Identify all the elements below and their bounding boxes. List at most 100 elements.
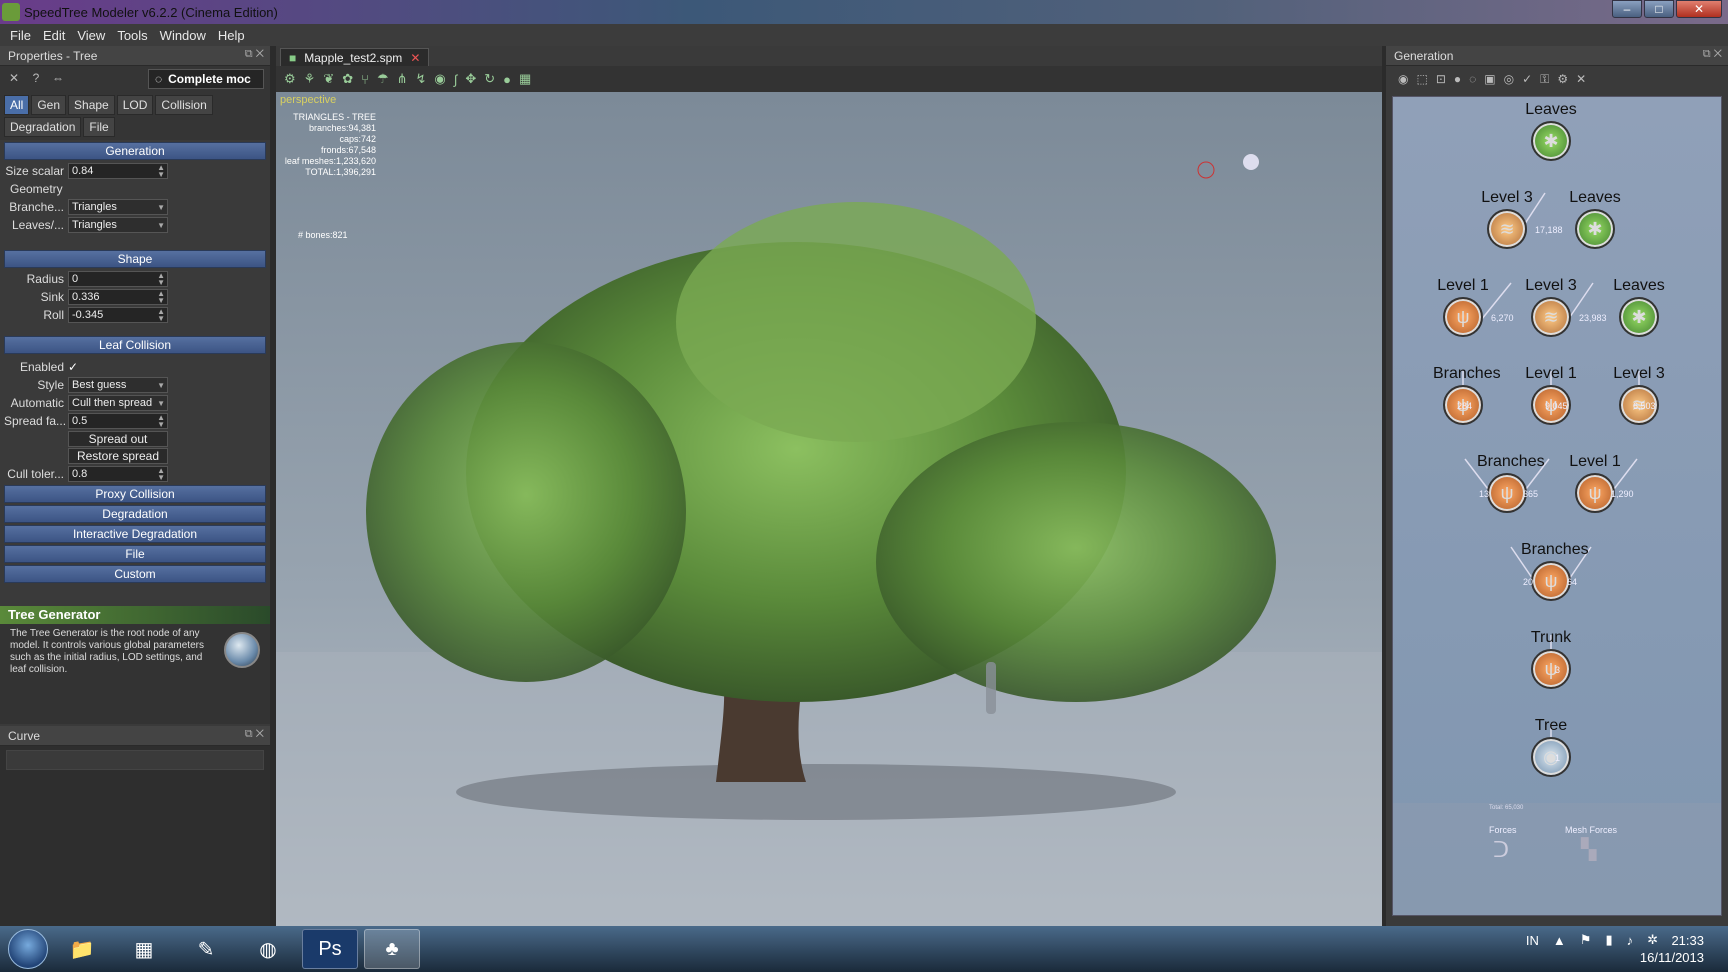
toolbar-layout-icon[interactable]: ▦ [519, 71, 531, 87]
node-branches-c[interactable]: Branches ψ [1521, 541, 1589, 601]
document-tab[interactable]: ■ Mapple_test2.spm ✕ [280, 48, 430, 66]
style-select[interactable]: Best guess ▼ [68, 377, 168, 393]
node-leaves-3[interactable]: Leaves ✱ [1609, 277, 1669, 337]
section-proxy-collision[interactable]: Proxy Collision [4, 485, 266, 503]
toolbar-eye-icon[interactable]: ◉ [434, 71, 445, 87]
gen-eye-icon[interactable]: ◎ [1504, 72, 1514, 86]
close-tab-icon[interactable]: ✕ [410, 51, 420, 65]
tab-file[interactable]: File [83, 117, 115, 137]
gen-close-icon[interactable]: ✕ [1576, 72, 1586, 86]
node-leaves-top[interactable]: Leaves ✱ [1521, 101, 1581, 161]
toolbar-leaf-icon[interactable]: ❦ [323, 71, 334, 87]
node-branches-b[interactable]: Branches ψ [1477, 453, 1545, 513]
tab-shape[interactable]: Shape [68, 95, 115, 115]
pen-tool-taskbar-icon[interactable]: ✎ [178, 929, 234, 969]
panel-controls-icon[interactable]: ⧉ ✕ [245, 48, 264, 61]
node-branches-a[interactable]: Branches ψ [1433, 365, 1501, 425]
gen-lock-icon[interactable]: ⚿ [1540, 72, 1549, 87]
volume-icon[interactable]: ♪ [1627, 933, 1634, 948]
toolbar-move-icon[interactable]: ✥ [465, 71, 476, 87]
menu-edit[interactable]: Edit [37, 28, 71, 43]
light-icon[interactable] [1243, 154, 1259, 170]
section-custom[interactable]: Custom [4, 565, 266, 583]
menu-help[interactable]: Help [212, 28, 251, 43]
node-level3-c[interactable]: Level 3 ≋ [1609, 365, 1669, 425]
maximize-button[interactable]: □ [1644, 0, 1674, 18]
toolbar-branch-icon[interactable]: ⑂ [361, 72, 369, 87]
cull-tolerance-input[interactable]: 0.8 ▲ ▼ [68, 466, 168, 482]
toolbar-split-icon[interactable]: ⋔ [397, 71, 408, 87]
spread-out-button[interactable]: Spread out [68, 431, 168, 447]
menu-window[interactable]: Window [154, 28, 212, 43]
axis-gizmo[interactable] [1197, 161, 1215, 179]
node-leaves-2[interactable]: Leaves ✱ [1565, 189, 1625, 249]
tab-all[interactable]: All [4, 95, 30, 115]
toolbar-umbrella-icon[interactable]: ☂ [377, 71, 389, 87]
gen-check-icon[interactable]: ✓ [1522, 72, 1532, 86]
gen-settings-icon[interactable]: ⚙ [1557, 72, 1568, 86]
clock[interactable]: 21:33 16/11/2013 [1640, 932, 1704, 966]
toolbar-frond-icon[interactable]: ✿ [342, 71, 353, 87]
tab-gen[interactable]: Gen [31, 95, 67, 115]
sink-input[interactable]: 0.336 ▲ ▼ [68, 289, 168, 305]
section-file[interactable]: File [4, 545, 266, 563]
spread-factor-input[interactable]: 0.5 ▲ ▼ [68, 413, 168, 429]
node-level1-b[interactable]: Level 1ψ [1521, 365, 1581, 425]
tab-lod[interactable]: LOD [116, 95, 154, 115]
speedtree-taskbar-icon[interactable]: ♣ [364, 929, 420, 969]
automatic-select[interactable]: Cull then spread ▼ [68, 395, 168, 411]
tray-arrow-icon[interactable]: ▲ [1553, 933, 1566, 948]
node-level1-a[interactable]: Level 1 ψ [1433, 277, 1493, 337]
section-shape[interactable]: Shape [4, 250, 266, 268]
menu-view[interactable]: View [71, 28, 111, 43]
gen-frame-icon[interactable]: ⊡ [1436, 72, 1446, 86]
generation-graph[interactable]: Leaves ✱ Level 3 ≋ Leaves ✱ Level 1 ψ Level … [1392, 96, 1722, 916]
complete-model-dropdown[interactable]: ◌ Complete moc [148, 69, 264, 89]
roll-input[interactable]: -0.345 ▲ ▼ [68, 307, 168, 323]
node-trunk[interactable]: Trunk ψ [1521, 629, 1581, 689]
toolbar-curve-icon[interactable]: ∫ [454, 72, 458, 87]
node-level3-a[interactable]: Level 3 ≋ [1477, 189, 1537, 249]
photoshop-taskbar-icon[interactable]: Ps [302, 929, 358, 969]
node-level1-c[interactable]: Level 1 ψ [1565, 453, 1625, 513]
menu-tools[interactable]: Tools [111, 28, 153, 43]
gen-refresh-icon[interactable]: ◌ [1469, 72, 1476, 86]
gen-gift-icon[interactable]: ▣ [1484, 72, 1495, 86]
toolbar-light-icon[interactable]: ● [503, 72, 511, 87]
flag-icon[interactable]: ⚑ [1580, 932, 1592, 948]
generation-panel-controls-icon[interactable]: ⧉ ✕ [1703, 48, 1722, 61]
restore-spread-button[interactable]: Restore spread [68, 448, 168, 464]
language-indicator[interactable]: IN [1526, 933, 1539, 948]
forces-icon[interactable]: ᑐ [1493, 837, 1509, 863]
section-interactive-degradation[interactable]: Interactive Degradation [4, 525, 266, 543]
curve-toolbar[interactable] [6, 750, 264, 770]
curve-panel-controls-icon[interactable]: ⧉ ✕ [245, 728, 264, 741]
radius-input[interactable]: 0 ▲ ▼ [68, 271, 168, 287]
mesh-forces-icon[interactable]: ▚ [1581, 837, 1596, 862]
network-icon[interactable]: ▮ [1605, 932, 1612, 948]
enabled-checkbox[interactable]: ✓ [68, 360, 78, 374]
menu-file[interactable]: File [4, 28, 37, 43]
minimize-button[interactable]: – [1612, 0, 1642, 18]
3d-viewport[interactable]: perspective TRIANGLES - TREE branches:94… [276, 92, 1382, 926]
node-tree[interactable]: Tree ◉ [1521, 717, 1581, 777]
tab-degradation[interactable]: Degradation [4, 117, 82, 137]
gen-globe-icon[interactable]: ◉ [1398, 72, 1408, 86]
toolbar-tool-icon[interactable]: ⚙ [284, 71, 296, 87]
section-generation[interactable]: Generation [4, 142, 266, 160]
close-button[interactable]: ✕ [1676, 0, 1722, 18]
section-leaf-collision[interactable]: Leaf Collision [4, 336, 266, 354]
tool-cross-icon[interactable]: ✕ [6, 71, 22, 87]
leaves-geometry-select[interactable]: Triangles ▼ [68, 217, 168, 233]
firefox-taskbar-icon[interactable]: ◍ [240, 929, 296, 969]
section-degradation[interactable]: Degradation [4, 505, 266, 523]
link-icon[interactable]: ⇔ [50, 71, 66, 87]
toolbar-tree-icon[interactable]: ⚘ [304, 71, 316, 87]
size-scalar-input[interactable]: 0.84 ▲ ▼ [68, 163, 168, 179]
toolbar-bend-icon[interactable]: ↯ [416, 71, 427, 87]
node-level3-b[interactable]: Level 3 ≋ [1521, 277, 1581, 337]
toolbar-rotate-icon[interactable]: ↻ [484, 71, 495, 87]
explorer-taskbar-icon[interactable]: 📁 [54, 929, 110, 969]
start-button[interactable] [8, 929, 48, 969]
calculator-taskbar-icon[interactable]: ▦ [116, 929, 172, 969]
